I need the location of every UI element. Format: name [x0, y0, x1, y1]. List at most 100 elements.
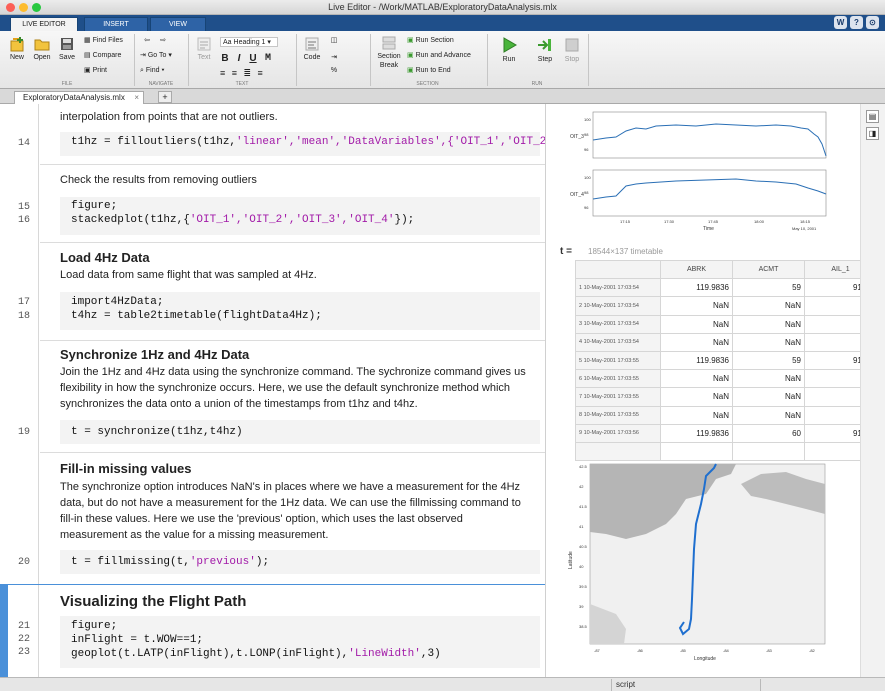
- run-and-advance-button[interactable]: ▣ Run and Advance: [407, 51, 482, 59]
- group-label-section: SECTION: [416, 81, 439, 87]
- tab-live-editor[interactable]: LIVE EDITOR: [10, 17, 78, 31]
- plot-axes-upper: [592, 111, 827, 159]
- table-cell: NaN: [732, 296, 805, 316]
- output-right-icon[interactable]: ◨: [866, 127, 879, 140]
- compare-button[interactable]: ▤ Compare: [84, 51, 132, 59]
- tab-view[interactable]: VIEW: [150, 17, 206, 31]
- heading-load-4hz[interactable]: Load 4Hz Data: [60, 250, 150, 265]
- tab-insert[interactable]: INSERT: [84, 17, 148, 31]
- code-button[interactable]: Code: [301, 36, 323, 61]
- table-header[interactable]: ACMT: [732, 259, 805, 280]
- heading-fill-missing[interactable]: Fill-in missing values: [60, 461, 191, 476]
- insert-control-icon[interactable]: ◫: [326, 36, 342, 44]
- comment-icon[interactable]: %: [326, 67, 342, 74]
- save-button[interactable]: Save: [56, 36, 78, 61]
- monospace-button[interactable]: M: [262, 53, 274, 64]
- table-row[interactable]: 8 10-May-2001 17:03:55NaNNaNNa: [575, 405, 877, 425]
- map-xtick: -85: [680, 648, 687, 653]
- section-break-button[interactable]: Section Break: [374, 36, 404, 70]
- new-button[interactable]: New: [6, 36, 28, 61]
- intro-text[interactable]: interpolation from points that are not o…: [60, 110, 530, 125]
- close-tab-icon[interactable]: ×: [134, 92, 139, 104]
- sync-text-3[interactable]: synchronizes the data onto a union of th…: [60, 397, 530, 412]
- back-arrow-icon[interactable]: ⇦: [140, 36, 154, 44]
- add-tab-button[interactable]: +: [158, 91, 172, 103]
- run-button[interactable]: Run: [498, 36, 520, 63]
- fill-text-3[interactable]: fill-in these values. Here we use the 'p…: [60, 512, 530, 527]
- timetable-output[interactable]: ABRK ACMT AIL_1 1 10-May-2001 17:03:54 11…: [575, 259, 877, 462]
- indent-icon[interactable]: ⇥: [326, 53, 342, 61]
- group-divider: [134, 34, 135, 86]
- code-line-21[interactable]: figure;: [71, 620, 117, 632]
- table-row[interactable]: 7 10-May-2001 17:03:55NaNNaNNa: [575, 387, 877, 407]
- help-button[interactable]: ?: [850, 16, 863, 29]
- table-row[interactable]: 1 10-May-2001 17:03:54119.98365991.87: [575, 278, 877, 298]
- code-icon: [305, 37, 319, 51]
- community-button[interactable]: W: [834, 16, 847, 29]
- row-label: 7 10-May-2001 17:03:55: [575, 387, 661, 407]
- code-line-15[interactable]: figure;: [71, 200, 117, 212]
- ytick-label: 96: [584, 205, 589, 210]
- find-button[interactable]: ⌕ Find ▾: [140, 67, 185, 75]
- sync-text-2[interactable]: flexibility in how the synchronize occur…: [60, 381, 530, 396]
- table-row[interactable]: 3 10-May-2001 17:03:54NaNNaNNa: [575, 314, 877, 334]
- ytick-label: 96: [584, 147, 589, 152]
- run-to-end-button[interactable]: ▣ Run to End: [407, 66, 482, 74]
- table-row[interactable]: 4 10-May-2001 17:03:54NaNNaNNa: [575, 332, 877, 352]
- document-tab[interactable]: ExploratoryDataAnalysis.mlx ×: [14, 91, 144, 104]
- table-row[interactable]: 5 10-May-2001 17:03:55119.98365991.89: [575, 350, 877, 371]
- goto-label: Go To: [147, 52, 167, 59]
- fill-text-2[interactable]: data, but do not have a measurement for …: [60, 496, 530, 511]
- underline-button[interactable]: U: [248, 53, 258, 64]
- new-label: New: [9, 54, 24, 61]
- zoom-window-button[interactable]: [32, 3, 41, 12]
- live-script-editor[interactable]: interpolation from points that are not o…: [0, 104, 545, 677]
- code-line-23[interactable]: geoplot(t.LATP(inFlight),t.LONP(inFlight…: [71, 648, 441, 660]
- text-button[interactable]: Text: [193, 36, 215, 61]
- italic-button[interactable]: I: [234, 53, 244, 64]
- map-xtick: -84: [723, 648, 730, 653]
- goto-button[interactable]: ⇥ Go To ▾: [140, 51, 185, 59]
- step-button[interactable]: Step: [534, 36, 556, 63]
- fill-text-4[interactable]: measurement as the value for a missing m…: [60, 528, 530, 543]
- series-line-oit4: [592, 178, 827, 200]
- table-cell: NaN: [660, 369, 733, 389]
- code-line-18[interactable]: t4hz = table2timetable(flightData4Hz);: [71, 310, 322, 322]
- heading-visualizing[interactable]: Visualizing the Flight Path: [60, 593, 246, 610]
- code-line-20[interactable]: t = fillmissing(t,'previous');: [71, 556, 269, 568]
- forward-arrow-icon[interactable]: ⇨: [156, 36, 170, 44]
- code-line-14[interactable]: t1hz = filloutliers(t1hz,'linear','mean'…: [71, 136, 545, 148]
- minimize-window-button[interactable]: [19, 3, 28, 12]
- stop-button[interactable]: Stop: [561, 36, 583, 63]
- window-title: Live Editor - /Work/MATLAB/ExploratoryDa…: [328, 2, 557, 12]
- find-files-button[interactable]: ▦ Find Files: [84, 36, 132, 44]
- run-section-button[interactable]: ▣ Run Section: [407, 36, 482, 44]
- line-number: 19: [17, 427, 30, 438]
- sync-text-1[interactable]: Join the 1Hz and 4Hz data using the sync…: [60, 365, 530, 380]
- table-header[interactable]: ABRK: [660, 259, 733, 280]
- close-window-button[interactable]: [6, 3, 15, 12]
- code-line-16[interactable]: stackedplot(t1hz,{'OIT_1','OIT_2','OIT_3…: [71, 214, 414, 226]
- fill-text-1[interactable]: The synchronize option introduces NaN's …: [60, 480, 530, 495]
- align-buttons[interactable]: ≡ ≡ ≣ ≡: [220, 68, 276, 79]
- code-line-19[interactable]: t = synchronize(t1hz,t4hz): [71, 426, 243, 438]
- code-line-22[interactable]: inFlight = t.WOW==1;: [71, 634, 203, 646]
- bold-button[interactable]: B: [220, 53, 230, 64]
- group-divider: [487, 34, 488, 86]
- group-divider: [588, 34, 589, 86]
- table-row[interactable]: 9 10-May-2001 17:03:56119.98366091.89: [575, 423, 877, 443]
- geoplot-figure: 42.5 42 41.5 41 40.5 40 39.5 39 38.5 -87…: [568, 463, 826, 662]
- group-label-navigate: NAVIGATE: [148, 81, 174, 87]
- search-doc-button[interactable]: ⊙: [866, 16, 879, 29]
- text-style-dropdown[interactable]: Aa Heading 1 ▾: [220, 37, 278, 47]
- group-label-text: TEXT: [235, 81, 249, 87]
- load-text[interactable]: Load data from same flight that was samp…: [60, 268, 530, 283]
- code-line-17[interactable]: import4HzData;: [71, 296, 163, 308]
- table-row[interactable]: 2 10-May-2001 17:03:54NaNNaNNa: [575, 296, 877, 316]
- heading-synchronize[interactable]: Synchronize 1Hz and 4Hz Data: [60, 347, 249, 362]
- check-text[interactable]: Check the results from removing outliers: [60, 173, 530, 188]
- open-button[interactable]: Open: [31, 36, 53, 61]
- output-inline-icon[interactable]: ▤: [866, 110, 879, 123]
- print-button[interactable]: ▣ Print: [84, 66, 132, 74]
- table-row[interactable]: 6 10-May-2001 17:03:55NaNNaNNa: [575, 369, 877, 389]
